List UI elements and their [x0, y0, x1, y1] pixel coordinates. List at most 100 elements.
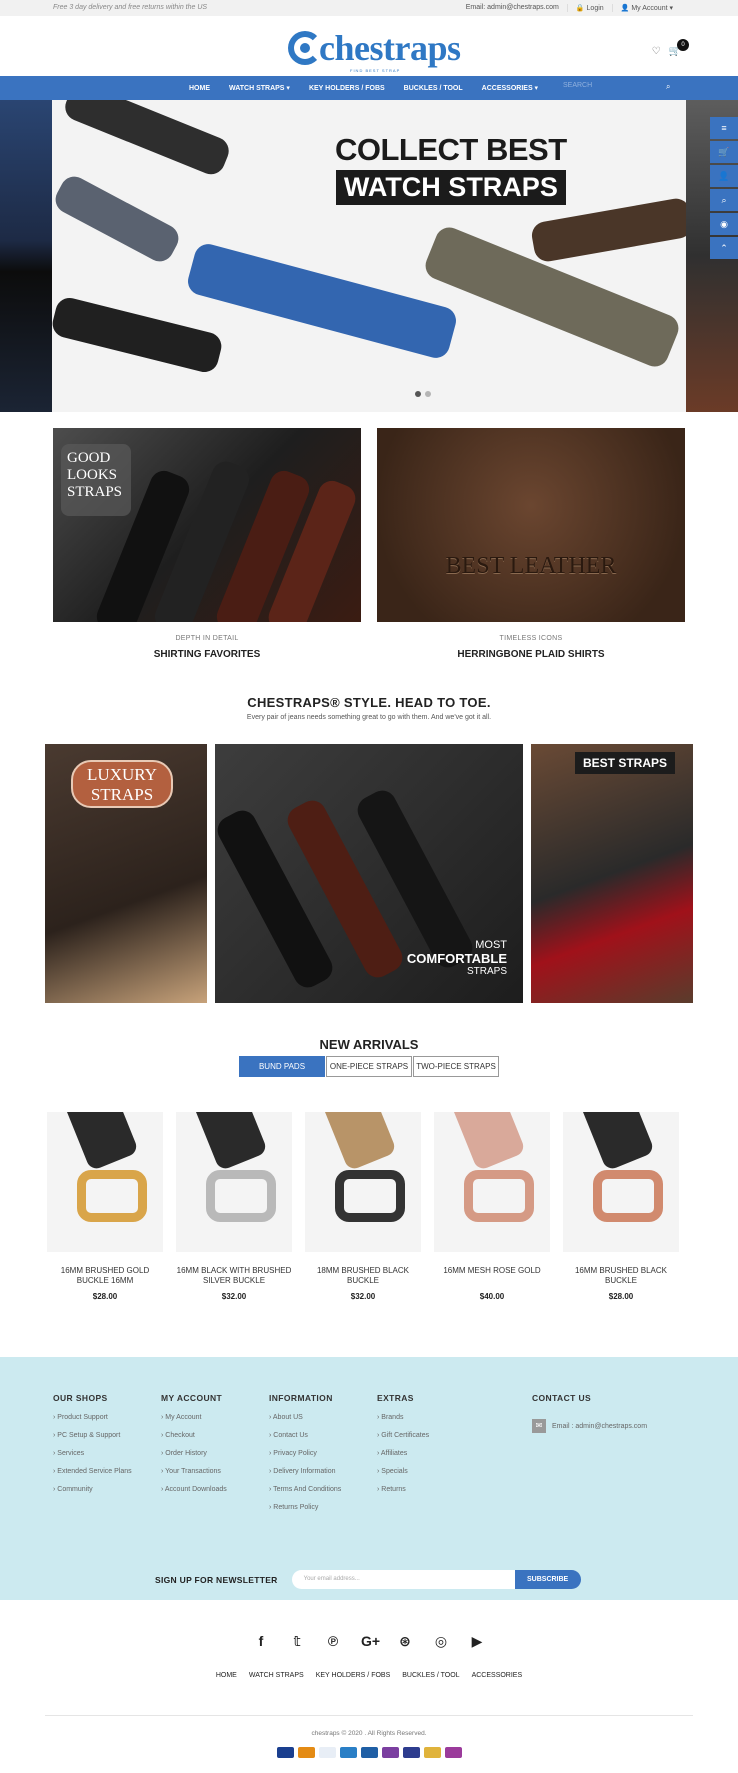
footer-nav-watch-straps[interactable]: WATCH STRAPS — [249, 1672, 304, 1679]
logo-mark-icon — [288, 31, 322, 65]
newsletter-email-input[interactable]: Your email address... — [291, 1570, 515, 1589]
subscribe-button[interactable]: SUBSCRIBE — [514, 1570, 581, 1589]
product-price: $32.00 — [221, 1292, 247, 1301]
footer-link[interactable]: Returns — [377, 1486, 429, 1493]
product-name[interactable]: 16MM BLACK WITH BRUSHED SILVER BUCKLE — [176, 1266, 292, 1286]
footer-nav-home[interactable]: HOME — [216, 1672, 237, 1679]
footer-link[interactable]: PC Setup & Support — [53, 1432, 132, 1439]
top-email[interactable]: Email: admin@chestraps.com — [458, 4, 567, 12]
search-input[interactable]: SEARCH — [563, 82, 677, 95]
product-card[interactable]: 16MM BLACK WITH BRUSHED SILVER BUCKLE $3… — [176, 1112, 292, 1301]
product-name[interactable]: 16MM BRUSHED GOLD BUCKLE 16MM — [47, 1266, 163, 1286]
product-card[interactable]: 16MM BRUSHED GOLD BUCKLE 16MM $28.00 — [47, 1112, 163, 1301]
strap-image — [67, 1112, 140, 1172]
slider-dot[interactable] — [415, 391, 421, 397]
social-links: f 𝕥 ℗ G+ ⊛ ◎ ▶ — [0, 1633, 738, 1649]
twitter-icon[interactable]: 𝕥 — [289, 1633, 305, 1649]
site-logo[interactable]: chestraps FIND BEST STRAP — [288, 30, 461, 73]
nav-buckles-tool[interactable]: BUCKLES / TOOL — [404, 85, 463, 92]
product-card[interactable]: 16MM MESH ROSE GOLD $40.00 — [434, 1112, 550, 1301]
nav-key-holders[interactable]: KEY HOLDERS / FOBS — [309, 85, 385, 92]
prev-slide-peek[interactable] — [0, 100, 52, 412]
cart-icon[interactable]: 🛒 0 — [669, 39, 689, 57]
footer-link[interactable]: Terms And Conditions — [269, 1486, 341, 1493]
shipping-promo: Free 3 day delivery and free returns wit… — [53, 4, 208, 11]
product-image[interactable] — [176, 1112, 292, 1252]
bank-card-icon — [360, 1747, 378, 1758]
login-link[interactable]: 🔒 Login — [566, 4, 612, 12]
pinterest-icon[interactable]: ℗ — [325, 1633, 341, 1649]
scroll-top-icon[interactable]: ⌃ — [710, 237, 738, 259]
footer-link[interactable]: Privacy Policy — [269, 1450, 341, 1457]
footer-link[interactable]: Checkout — [161, 1432, 227, 1439]
footer-link[interactable]: My Account — [161, 1414, 227, 1421]
wishlist-heart-icon[interactable]: ♡ — [652, 46, 661, 57]
promo-title[interactable]: SHIRTING FAVORITES — [53, 649, 361, 660]
menu-list-icon[interactable]: ≡ — [710, 117, 738, 139]
slider-dots[interactable] — [415, 391, 431, 397]
footer-link[interactable]: Affiliates — [377, 1450, 429, 1457]
search-icon[interactable]: ⌕ — [666, 82, 676, 92]
promo-title[interactable]: HERRINGBONE PLAID SHIRTS — [377, 649, 685, 660]
footer-link[interactable]: Gift Certificates — [377, 1432, 429, 1439]
google-plus-icon[interactable]: G+ — [361, 1633, 380, 1649]
footer-link[interactable]: Product Support — [53, 1414, 132, 1421]
footer-link[interactable]: Delivery Information — [269, 1468, 341, 1475]
product-card[interactable]: 16MM BRUSHED BLACK BUCKLE $28.00 — [563, 1112, 679, 1301]
tab-two-piece-straps[interactable]: TWO-PIECE STRAPS — [413, 1056, 499, 1077]
footer-link[interactable]: Brands — [377, 1414, 429, 1421]
hero-headline-1: COLLECT BEST — [335, 132, 567, 167]
footer-nav-key-holders[interactable]: KEY HOLDERS / FOBS — [316, 1672, 391, 1679]
footer-link[interactable]: Returns Policy — [269, 1504, 341, 1511]
search-side-icon[interactable]: ⌕ — [710, 189, 738, 211]
product-image[interactable] — [434, 1112, 550, 1252]
footer-divider — [45, 1715, 693, 1716]
product-image[interactable] — [305, 1112, 421, 1252]
comfortable-straps-image[interactable]: MOST COMFORTABLE STRAPS — [215, 744, 523, 1003]
promo-image-good-looks[interactable]: GOOD LOOKS STRAPS — [53, 428, 361, 622]
product-name[interactable]: 16MM MESH ROSE GOLD — [434, 1266, 550, 1286]
facebook-icon[interactable]: f — [253, 1633, 269, 1649]
footer-link[interactable]: Order History — [161, 1450, 227, 1457]
product-name[interactable]: 18MM BRUSHED BLACK BUCKLE — [305, 1266, 421, 1286]
footer-link[interactable]: Account Downloads — [161, 1486, 227, 1493]
tab-one-piece-straps[interactable]: ONE-PIECE STRAPS — [326, 1056, 412, 1077]
promo-image-best-leather[interactable]: BEST LEATHER — [377, 428, 685, 622]
product-card[interactable]: 18MM BRUSHED BLACK BUCKLE $32.00 — [305, 1112, 421, 1301]
contact-email[interactable]: ✉ Email : admin@chestraps.com — [532, 1419, 647, 1433]
instagram-icon[interactable]: ◎ — [433, 1633, 449, 1649]
product-image[interactable] — [47, 1112, 163, 1252]
dribbble-icon[interactable]: ⊛ — [397, 1633, 413, 1649]
eye-icon[interactable]: ◉ — [710, 213, 738, 235]
footer-col-extras: EXTRAS Brands Gift Certificates Affiliat… — [377, 1393, 429, 1504]
footer-link[interactable]: Your Transactions — [161, 1468, 227, 1475]
product-image[interactable] — [563, 1112, 679, 1252]
footer-link[interactable]: About US — [269, 1414, 341, 1421]
product-price: $32.00 — [350, 1292, 376, 1301]
luxury-straps-image[interactable]: LUXURY STRAPS — [45, 744, 207, 1003]
cart-side-icon[interactable]: 🛒 — [710, 141, 738, 163]
best-straps-image[interactable]: BEST STRAPS — [531, 744, 693, 1003]
payment-methods — [0, 1747, 738, 1758]
footer-link[interactable]: Contact Us — [269, 1432, 341, 1439]
youtube-icon[interactable]: ▶ — [469, 1633, 485, 1649]
product-price: $28.00 — [608, 1292, 634, 1301]
footer-nav-accessories[interactable]: ACCESSORIES — [472, 1672, 523, 1679]
maestro-icon — [402, 1747, 420, 1758]
footer-link[interactable]: Services — [53, 1450, 132, 1457]
nav-accessories[interactable]: ACCESSORIES ▾ — [482, 84, 538, 92]
footer-col-contact: CONTACT US — [532, 1393, 592, 1403]
footer-nav-buckles-tool[interactable]: BUCKLES / TOOL — [402, 1672, 459, 1679]
footer-link[interactable]: Specials — [377, 1468, 429, 1475]
footer-link[interactable]: Community — [53, 1486, 132, 1493]
my-account-dropdown[interactable]: 👤 My Account ▾ — [611, 4, 681, 12]
slider-dot[interactable] — [425, 391, 431, 397]
footer-link[interactable]: Extended Service Plans — [53, 1468, 131, 1475]
buckle-image — [206, 1170, 276, 1222]
nav-watch-straps[interactable]: WATCH STRAPS ▾ — [229, 84, 290, 92]
product-name[interactable]: 16MM BRUSHED BLACK BUCKLE — [563, 1266, 679, 1286]
hero-slider[interactable]: COLLECT BEST WATCH STRAPS — [0, 100, 738, 412]
nav-home[interactable]: HOME — [189, 85, 210, 92]
tab-bund-pads[interactable]: BUND PADS — [239, 1056, 325, 1077]
user-icon[interactable]: 👤 — [710, 165, 738, 187]
